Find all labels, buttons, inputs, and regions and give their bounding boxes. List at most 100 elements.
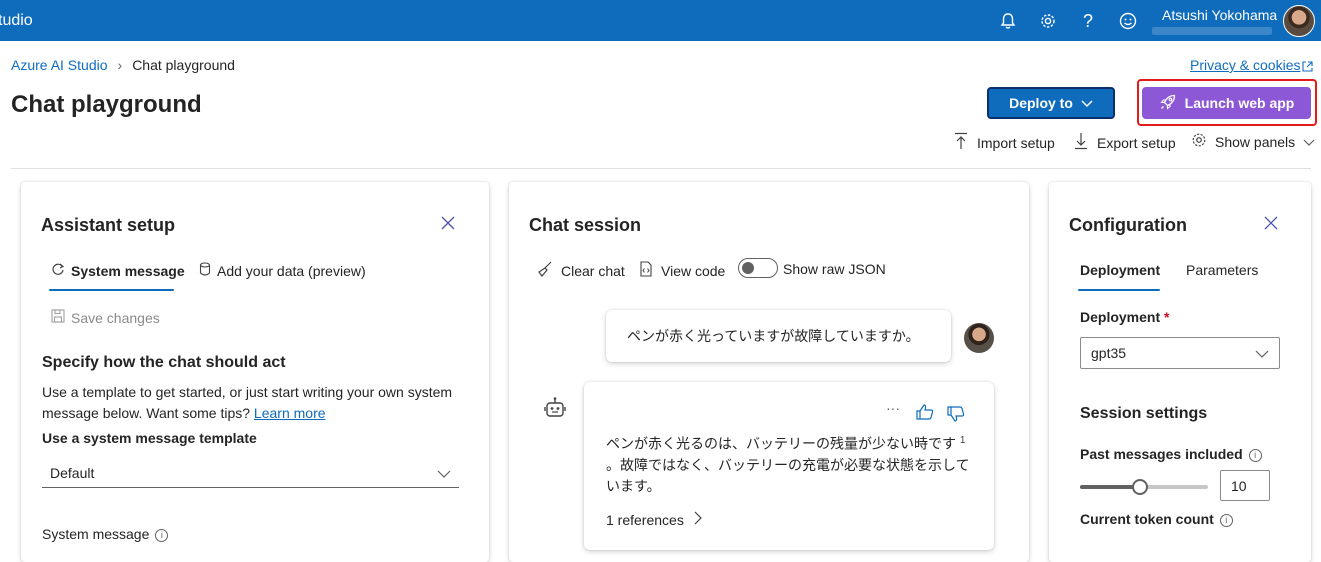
bell-icon[interactable] — [997, 10, 1019, 32]
avatar[interactable] — [1283, 5, 1315, 37]
chat-session-title: Chat session — [529, 215, 642, 235]
thumbs-up-icon[interactable] — [916, 404, 934, 423]
user-name[interactable]: Atsushi Yokohama — [1162, 7, 1277, 23]
upload-icon — [953, 132, 969, 153]
chevron-down-icon — [437, 465, 451, 481]
past-messages-label: Past messages included i — [1080, 446, 1262, 462]
tab-parameters[interactable]: Parameters — [1186, 262, 1258, 278]
top-bar: tudio ? Atsushi Yokohama — [0, 0, 1321, 41]
save-changes-button[interactable]: Save changes — [51, 309, 160, 326]
code-icon — [639, 261, 653, 280]
thumbs-down-icon[interactable] — [947, 406, 965, 425]
broom-icon — [537, 261, 553, 280]
breadcrumb-current: Chat playground — [132, 57, 235, 73]
show-panels-button[interactable]: Show panels — [1191, 132, 1315, 151]
save-changes-label: Save changes — [71, 309, 160, 326]
assistant-description-text: Use a template to get started, or just s… — [42, 384, 453, 421]
breadcrumb: Azure AI Studio › Chat playground — [11, 57, 235, 73]
assistant-setup-title: Assistant setup — [41, 215, 176, 235]
settings-icon — [1191, 132, 1207, 151]
chevron-down-icon — [1303, 134, 1315, 150]
past-messages-value: 10 — [1231, 477, 1247, 494]
user-subtitle-redacted — [1152, 27, 1272, 35]
deploy-to-button[interactable]: Deploy to — [987, 87, 1115, 119]
save-icon — [51, 309, 65, 326]
deployment-select-value: gpt35 — [1091, 345, 1127, 361]
database-icon — [199, 262, 211, 279]
launch-web-app-button[interactable]: Launch web app — [1142, 87, 1311, 119]
chat-session-panel: Chat session Clear chat View code Show r… — [509, 182, 1029, 562]
token-count-label-text: Current token count — [1080, 511, 1214, 527]
info-icon[interactable]: i — [155, 528, 169, 542]
info-icon[interactable]: i — [1248, 448, 1262, 462]
chevron-right-icon — [694, 511, 702, 528]
deployment-label-text: Deployment — [1080, 309, 1161, 325]
toggle-knob — [742, 262, 754, 274]
deploy-to-label: Deploy to — [1009, 95, 1073, 111]
system-message-label: System message i — [42, 526, 169, 542]
tab-selected-indicator — [1078, 289, 1160, 291]
tab-system-message-label: System message — [71, 262, 185, 279]
gear-icon[interactable] — [1037, 10, 1059, 32]
required-mark: * — [1164, 309, 1170, 325]
user-message-bubble: ペンが赤く光っていますが故障していますか。 — [606, 310, 951, 362]
import-setup-label: Import setup — [977, 134, 1055, 151]
deployment-select[interactable]: gpt35 — [1080, 337, 1280, 369]
template-select[interactable]: Default — [42, 458, 459, 488]
view-code-button[interactable]: View code — [639, 261, 725, 280]
chevron-down-icon — [1081, 95, 1093, 111]
import-setup-button[interactable]: Import setup — [953, 132, 1055, 153]
references-toggle[interactable]: 1 references — [606, 511, 702, 528]
tab-deployment[interactable]: Deployment — [1080, 262, 1160, 278]
privacy-link[interactable]: Privacy & cookies — [1190, 57, 1300, 73]
launch-web-app-label: Launch web app — [1184, 95, 1295, 111]
raw-json-toggle[interactable] — [738, 258, 778, 278]
tab-add-your-data-label: Add your data (preview) — [217, 262, 366, 279]
breadcrumb-root-link[interactable]: Azure AI Studio — [11, 57, 108, 73]
assistant-description: Use a template to get started, or just s… — [42, 382, 472, 424]
deployment-label: Deployment * — [1080, 309, 1169, 325]
assistant-message-text-1: ペンが赤く光るのは、バッテリーの残量が少ない時です — [606, 435, 956, 452]
export-setup-button[interactable]: Export setup — [1073, 132, 1176, 153]
app-title: tudio — [0, 12, 33, 29]
help-icon[interactable]: ? — [1077, 10, 1099, 32]
assistant-message: ペンが赤く光るのは、バッテリーの残量が少ない時です 1 。故障ではなく、バッテリ… — [606, 430, 976, 497]
view-code-label: View code — [661, 262, 726, 279]
external-link-icon — [1302, 59, 1313, 77]
user-message-text: ペンが赤く光っていますが故障していますか。 — [627, 328, 920, 344]
page-title: Chat playground — [11, 91, 202, 118]
past-messages-label-text: Past messages included — [1080, 446, 1243, 462]
configuration-panel: Configuration Deployment Parameters Depl… — [1049, 182, 1311, 562]
learn-more-link[interactable]: Learn more — [254, 405, 326, 421]
rocket-icon — [1159, 93, 1177, 114]
tab-add-your-data[interactable]: Add your data (preview) — [199, 262, 366, 279]
clear-chat-button[interactable]: Clear chat — [537, 261, 625, 280]
download-icon — [1073, 132, 1089, 153]
citation-marker[interactable]: 1 — [960, 435, 966, 446]
template-select-value: Default — [50, 464, 95, 481]
more-options-icon[interactable]: ··· — [886, 400, 900, 416]
export-setup-label: Export setup — [1097, 134, 1176, 151]
refresh-icon — [51, 262, 65, 279]
smiley-icon[interactable] — [1117, 10, 1139, 32]
user-avatar — [964, 323, 994, 353]
raw-json-label: Show raw JSON — [783, 261, 886, 277]
header-divider — [11, 168, 1311, 169]
configuration-title: Configuration — [1069, 215, 1187, 235]
close-icon[interactable] — [1263, 215, 1281, 233]
tab-system-message[interactable]: System message — [51, 262, 185, 279]
tab-selected-indicator — [49, 289, 174, 291]
show-panels-label: Show panels — [1215, 133, 1296, 150]
close-icon[interactable] — [440, 215, 458, 233]
info-icon[interactable]: i — [1219, 513, 1233, 527]
tab-parameters-label: Parameters — [1186, 262, 1259, 278]
session-settings-heading: Session settings — [1080, 405, 1208, 422]
past-messages-input[interactable]: 10 — [1220, 470, 1270, 501]
past-messages-slider-thumb[interactable] — [1132, 479, 1148, 495]
chevron-down-icon — [1255, 345, 1269, 361]
chevron-right-icon: › — [117, 57, 123, 73]
past-messages-slider-fill — [1080, 485, 1140, 489]
references-label: 1 references — [606, 511, 684, 528]
clear-chat-label: Clear chat — [561, 262, 625, 279]
assistant-message-text-2: 。故障ではなく、バッテリーの充電が必要な状態を示しています。 — [606, 456, 970, 494]
